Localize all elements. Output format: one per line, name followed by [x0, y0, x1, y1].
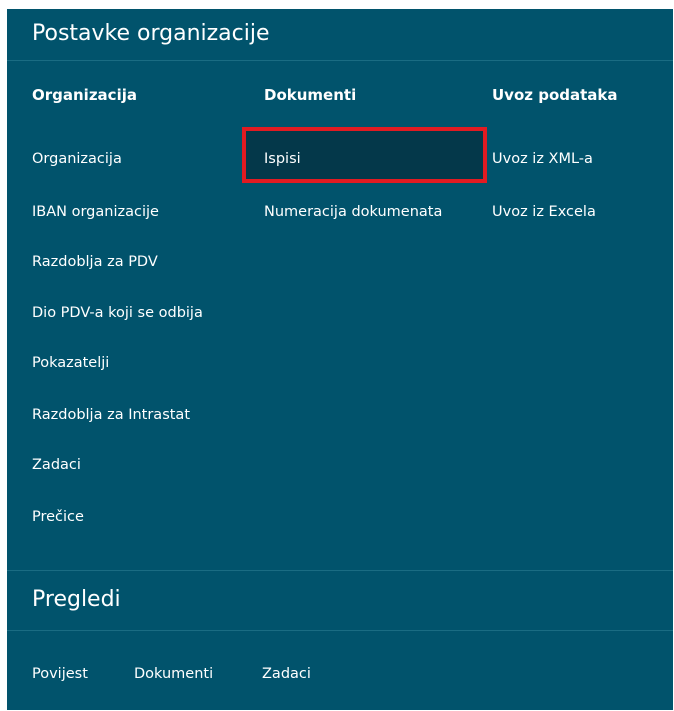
menu-item-numeracija-dokumenata[interactable]: Numeracija dokumenata — [264, 202, 442, 222]
reviews-divider-bottom — [7, 630, 673, 631]
menu-item-razdoblja-za-pdv[interactable]: Razdoblja za PDV — [32, 252, 158, 272]
column-heading-dokumenti: Dokumenti — [264, 86, 357, 104]
menu-item-uvoz-iz-excela[interactable]: Uvoz iz Excela — [492, 202, 596, 222]
reviews-item-zadaci[interactable]: Zadaci — [262, 664, 311, 684]
menu-item-precice[interactable]: Prečice — [32, 507, 84, 527]
settings-panel: Postavke organizacije Organizacija Dokum… — [7, 9, 673, 710]
menu-item-organizacija[interactable]: Organizacija — [32, 149, 122, 169]
menu-item-zadaci[interactable]: Zadaci — [32, 455, 81, 475]
reviews-title: Pregledi — [32, 587, 121, 612]
reviews-item-povijest[interactable]: Povijest — [32, 664, 88, 684]
menu-item-razdoblja-za-intrastat[interactable]: Razdoblja za Intrastat — [32, 405, 190, 425]
settings-title: Postavke organizacije — [32, 21, 270, 46]
column-heading-uvoz-podataka: Uvoz podataka — [492, 86, 618, 104]
menu-item-ispisi[interactable]: Ispisi — [264, 149, 301, 169]
reviews-divider-top — [7, 570, 673, 571]
menu-item-iban-organizacije[interactable]: IBAN organizacije — [32, 202, 159, 222]
reviews-item-dokumenti[interactable]: Dokumenti — [134, 664, 213, 684]
title-divider — [7, 60, 673, 61]
menu-item-pokazatelji[interactable]: Pokazatelji — [32, 353, 109, 373]
menu-item-uvoz-iz-xml[interactable]: Uvoz iz XML-a — [492, 149, 593, 169]
column-heading-organizacija: Organizacija — [32, 86, 137, 104]
menu-item-dio-pdv-a[interactable]: Dio PDV-a koji se odbija — [32, 303, 203, 323]
